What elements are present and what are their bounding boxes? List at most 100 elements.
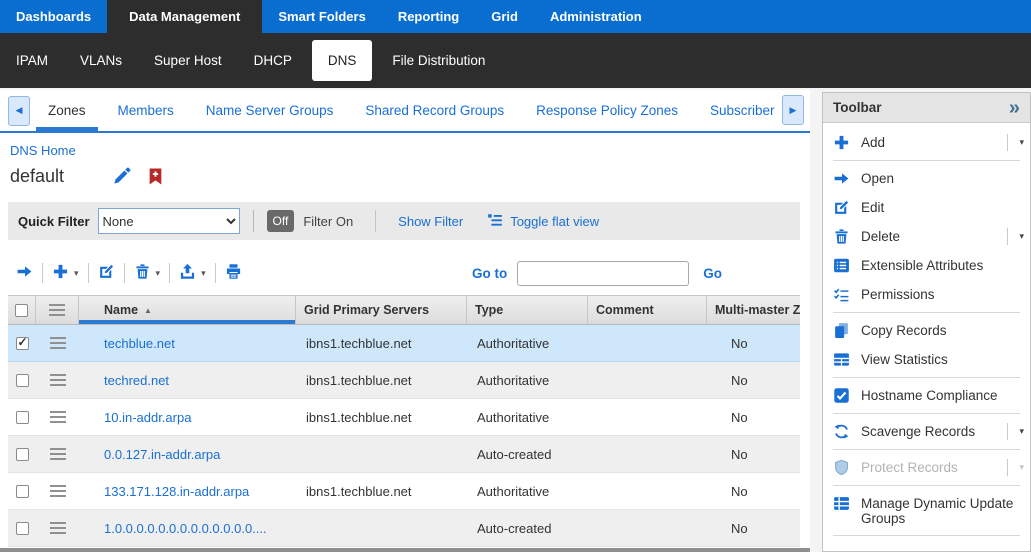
- add-dropdown-caret-icon[interactable]: ▾: [74, 268, 79, 279]
- nav-item-smart-folders[interactable]: Smart Folders: [262, 0, 381, 33]
- tab-response-policy-zones[interactable]: Response Policy Zones: [522, 90, 692, 131]
- row-checkbox[interactable]: [16, 522, 29, 535]
- column-header-comment[interactable]: Comment: [588, 296, 707, 324]
- column-header-multi-master-zo[interactable]: Multi-master Zo: [707, 296, 800, 324]
- subnav-item-dhcp[interactable]: DHCP: [238, 53, 308, 68]
- subnav-item-file-distribution[interactable]: File Distribution: [376, 53, 501, 68]
- content-area: ◀ ZonesMembersName Server GroupsShared R…: [0, 88, 1031, 550]
- goto-button[interactable]: Go: [703, 266, 722, 281]
- nav-item-grid[interactable]: Grid: [475, 0, 534, 33]
- row-checkbox[interactable]: [16, 337, 29, 350]
- tab-members[interactable]: Members: [104, 90, 188, 131]
- nav-item-reporting[interactable]: Reporting: [382, 0, 475, 33]
- breadcrumb-dns-home[interactable]: DNS Home: [10, 143, 80, 158]
- open-button[interactable]: [16, 263, 33, 283]
- toggle-flat-view-link[interactable]: Toggle flat view: [510, 214, 599, 229]
- toolbar-item-view-statistics[interactable]: View Statistics: [823, 345, 1030, 374]
- delete-button[interactable]: ▾: [134, 263, 161, 283]
- toolbar-item-copy-records[interactable]: Copy Records: [823, 316, 1030, 345]
- quick-filter-select[interactable]: None: [98, 208, 240, 234]
- table-row[interactable]: techred.netibns1.techblue.netAuthoritati…: [8, 362, 800, 399]
- subnav-item-dns[interactable]: DNS: [312, 40, 373, 81]
- row-menu-icon[interactable]: [50, 522, 66, 534]
- edit-icon: [98, 263, 115, 283]
- print-button[interactable]: [225, 263, 242, 283]
- divider: [215, 263, 216, 283]
- row-menu-icon[interactable]: [49, 304, 65, 316]
- zone-name-link[interactable]: 10.in-addr.arpa: [79, 410, 296, 425]
- toolbar-item-add[interactable]: Add▾: [823, 128, 1030, 157]
- table-row[interactable]: 10.in-addr.arpaibns1.techblue.netAuthori…: [8, 399, 800, 436]
- toolbar-item-manage-dynamic-update-groups[interactable]: Manage Dynamic Update Groups: [823, 489, 1030, 532]
- row-menu-icon[interactable]: [50, 485, 66, 497]
- nav-item-administration[interactable]: Administration: [534, 0, 658, 33]
- zone-name-link[interactable]: techred.net: [79, 373, 296, 388]
- export-button[interactable]: ▾: [179, 263, 206, 283]
- table-row[interactable]: 1.0.0.0.0.0.0.0.0.0.0.0.0.0....Auto-crea…: [8, 510, 800, 547]
- nav-item-data-management[interactable]: Data Management: [107, 0, 262, 33]
- bookmark-add-icon[interactable]: [148, 168, 163, 185]
- toolbar-item-hostname-compliance[interactable]: Hostname Compliance: [823, 381, 1030, 410]
- collapse-panel-icon[interactable]: »: [1009, 98, 1020, 118]
- toolbar-item-scavenge-records[interactable]: Scavenge Records▾: [823, 417, 1030, 446]
- row-menu-icon[interactable]: [50, 337, 66, 349]
- select-all-checkbox[interactable]: [15, 304, 28, 317]
- tab-zones[interactable]: Zones: [34, 90, 100, 131]
- table-row[interactable]: 0.0.127.in-addr.arpaAuto-createdNo: [8, 436, 800, 473]
- toolbar-item-extensible-attributes[interactable]: Extensible Attributes: [823, 251, 1030, 280]
- divider: [833, 413, 1020, 414]
- row-checkbox[interactable]: [16, 411, 29, 424]
- tab-scroll-right-button[interactable]: ▶: [782, 95, 804, 125]
- delete-dropdown-caret-icon[interactable]: ▾: [156, 268, 161, 279]
- zone-name-link[interactable]: 1.0.0.0.0.0.0.0.0.0.0.0.0.0....: [79, 521, 296, 536]
- add-button[interactable]: ▾: [52, 263, 79, 283]
- subnav-item-ipam[interactable]: IPAM: [0, 53, 64, 68]
- column-header-name[interactable]: Name▲: [79, 296, 296, 324]
- toggle-flat-view-group[interactable]: Toggle flat view: [487, 212, 599, 231]
- page-title: default: [10, 166, 64, 187]
- toolbar-item-dropdown-caret-icon[interactable]: ▾: [1007, 423, 1024, 440]
- tab-shared-record-groups[interactable]: Shared Record Groups: [351, 90, 518, 131]
- column-header-grid-primary-servers[interactable]: Grid Primary Servers: [296, 296, 467, 324]
- row-checkbox[interactable]: [16, 485, 29, 498]
- tab-scroll-left-button[interactable]: ◀: [8, 96, 30, 126]
- edit-button[interactable]: [98, 263, 115, 283]
- horizontal-scrollbar[interactable]: [0, 548, 810, 552]
- show-filter-link[interactable]: Show Filter: [398, 214, 463, 229]
- header-row-menu-cell: [36, 296, 79, 324]
- view-tabs: ZonesMembersName Server GroupsShared Rec…: [32, 90, 776, 131]
- toolbar-item-delete[interactable]: Delete▾: [823, 222, 1030, 251]
- export-dropdown-caret-icon[interactable]: ▾: [201, 268, 206, 279]
- row-checkbox[interactable]: [16, 448, 29, 461]
- table-row[interactable]: 133.171.128.in-addr.arpaibns1.techblue.n…: [8, 473, 800, 510]
- row-menu-icon[interactable]: [50, 448, 66, 460]
- column-header-type[interactable]: Type: [467, 296, 588, 324]
- toolbar-item-open[interactable]: Open: [823, 164, 1030, 193]
- row-menu-icon[interactable]: [50, 374, 66, 386]
- row-menu-icon[interactable]: [50, 411, 66, 423]
- flat-view-icon: [487, 212, 503, 231]
- table-row[interactable]: techblue.netibns1.techblue.netAuthoritat…: [8, 325, 800, 362]
- toolbar-item-edit[interactable]: Edit: [823, 193, 1030, 222]
- row-menu-cell: [36, 448, 79, 460]
- zone-name-link[interactable]: 0.0.127.in-addr.arpa: [79, 447, 296, 462]
- filter-toggle-off-badge[interactable]: Off: [267, 210, 295, 232]
- zone-name-link[interactable]: 133.171.128.in-addr.arpa: [79, 484, 296, 499]
- toolbar-item-permissions[interactable]: Permissions: [823, 280, 1030, 309]
- goto-input[interactable]: [517, 261, 689, 286]
- quick-filter-label: Quick Filter: [18, 214, 90, 229]
- subnav-item-vlans[interactable]: VLANs: [64, 53, 138, 68]
- nav-item-dashboards[interactable]: Dashboards: [0, 0, 107, 33]
- toolbar-items: Add▾OpenEditDelete▾Extensible Attributes…: [823, 123, 1030, 536]
- divider: [253, 210, 254, 232]
- toolbar-item-label: Add: [861, 134, 1003, 150]
- zone-name-link[interactable]: techblue.net: [79, 336, 296, 351]
- row-checkbox[interactable]: [16, 374, 29, 387]
- toolbar-item-protect-records: Protect Records▾: [823, 453, 1030, 482]
- toolbar-item-dropdown-caret-icon[interactable]: ▾: [1007, 134, 1024, 151]
- toolbar-item-dropdown-caret-icon[interactable]: ▾: [1007, 228, 1024, 245]
- tab-subscriber-s[interactable]: Subscriber S: [696, 90, 776, 131]
- edit-title-icon[interactable]: [112, 166, 132, 186]
- tab-name-server-groups[interactable]: Name Server Groups: [192, 90, 348, 131]
- subnav-item-super-host[interactable]: Super Host: [138, 53, 238, 68]
